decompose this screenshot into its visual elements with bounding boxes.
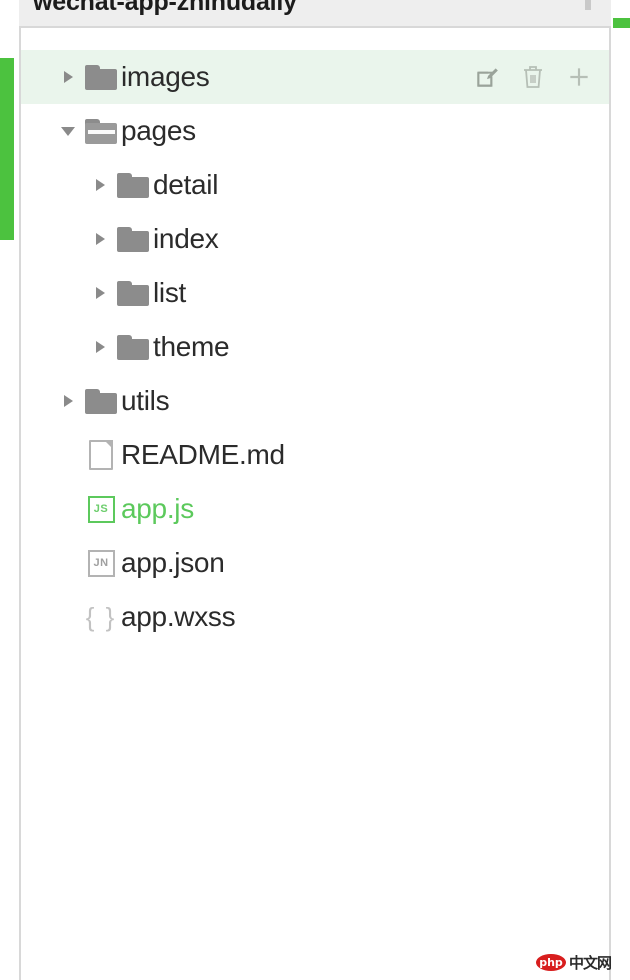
folder-closed-icon xyxy=(113,227,153,252)
left-accent-bar xyxy=(0,58,14,240)
js-file-icon: JS xyxy=(88,496,115,523)
folder-closed-icon xyxy=(113,173,153,198)
row-actions xyxy=(473,63,593,91)
expand-arrow-icon[interactable] xyxy=(55,395,81,407)
folder-closed-icon xyxy=(81,389,121,414)
js-file-icon: JS xyxy=(81,496,121,523)
tree-item-label: detail xyxy=(153,169,218,201)
folder-open-icon xyxy=(85,119,117,144)
folder-closed-icon xyxy=(117,173,149,198)
tree-panel: images pages detail index list theme utils READ… xyxy=(19,28,611,980)
tree-item-label: images xyxy=(121,61,209,93)
folder-closed-icon xyxy=(117,335,149,360)
tree-file-row[interactable]: JSapp.js xyxy=(21,482,609,536)
chevron-right-icon xyxy=(96,341,105,353)
file-tree: images pages detail index list theme utils READ… xyxy=(21,50,609,644)
wxss-file-icon: { } xyxy=(86,604,117,630)
folder-closed-icon xyxy=(117,227,149,252)
folder-body xyxy=(117,339,149,360)
delete-icon[interactable] xyxy=(519,63,547,91)
tree-item-label: theme xyxy=(153,331,229,363)
folder-open-icon xyxy=(81,119,121,144)
folder-body xyxy=(117,177,149,198)
chevron-right-icon xyxy=(96,287,105,299)
folder-closed-icon xyxy=(113,335,153,360)
tree-file-row[interactable]: JNapp.json xyxy=(21,536,609,590)
watermark-site-text: 中文网 xyxy=(569,952,611,973)
tree-item-label: pages xyxy=(121,115,196,147)
json-file-icon: JN xyxy=(88,550,115,577)
chevron-down-icon xyxy=(61,127,75,136)
folder-closed-icon xyxy=(85,389,117,414)
tree-item-label: app.wxss xyxy=(121,601,235,633)
tree-folder-row[interactable]: detail xyxy=(21,158,609,212)
folder-body xyxy=(117,231,149,252)
tree-item-label: app.js xyxy=(121,493,194,525)
folder-open-slit xyxy=(88,130,115,134)
chevron-right-icon xyxy=(96,179,105,191)
folder-closed-icon xyxy=(117,281,149,306)
tree-folder-row[interactable]: utils xyxy=(21,374,609,428)
document-icon xyxy=(89,440,113,470)
tree-item-label: app.json xyxy=(121,547,224,579)
json-file-icon: JN xyxy=(81,550,121,577)
php-logo-icon: php xyxy=(536,954,566,971)
tree-file-row[interactable]: { }app.wxss xyxy=(21,590,609,644)
tree-item-label: README.md xyxy=(121,439,285,471)
tree-item-label: index xyxy=(153,223,218,255)
folder-body xyxy=(85,393,117,414)
folder-closed-icon xyxy=(85,65,117,90)
tree-folder-row[interactable]: pages xyxy=(21,104,609,158)
collapse-arrow-icon[interactable] xyxy=(55,127,81,136)
folder-body xyxy=(85,69,117,90)
folder-body xyxy=(117,285,149,306)
expand-arrow-icon[interactable] xyxy=(87,233,113,245)
document-icon xyxy=(81,440,121,470)
tree-folder-row[interactable]: index xyxy=(21,212,609,266)
top-right-accent-marker xyxy=(613,18,630,28)
edit-icon[interactable] xyxy=(473,63,501,91)
file-explorer-panel: wechat-app-zhihudaily imagespagesdetaili… xyxy=(0,0,630,980)
tree-folder-row[interactable]: list xyxy=(21,266,609,320)
expand-arrow-icon[interactable] xyxy=(87,341,113,353)
more-vertical-icon[interactable] xyxy=(585,0,591,10)
tree-item-label: list xyxy=(153,277,186,309)
folder-closed-icon xyxy=(113,281,153,306)
chevron-right-icon xyxy=(64,395,73,407)
tree-folder-row[interactable]: images xyxy=(21,50,609,104)
site-watermark: php 中文网 xyxy=(536,952,611,973)
expand-arrow-icon[interactable] xyxy=(55,71,81,83)
tree-folder-row[interactable]: theme xyxy=(21,320,609,374)
wxss-file-icon: { } xyxy=(81,604,121,630)
tree-file-row[interactable]: README.md xyxy=(21,428,609,482)
expand-arrow-icon[interactable] xyxy=(87,287,113,299)
expand-arrow-icon[interactable] xyxy=(87,179,113,191)
add-icon[interactable] xyxy=(565,63,593,91)
chevron-right-icon xyxy=(96,233,105,245)
folder-closed-icon xyxy=(81,65,121,90)
page-title: wechat-app-zhihudaily xyxy=(33,0,585,17)
tree-item-label: utils xyxy=(121,385,169,417)
chevron-right-icon xyxy=(64,71,73,83)
window-header: wechat-app-zhihudaily xyxy=(19,0,611,28)
